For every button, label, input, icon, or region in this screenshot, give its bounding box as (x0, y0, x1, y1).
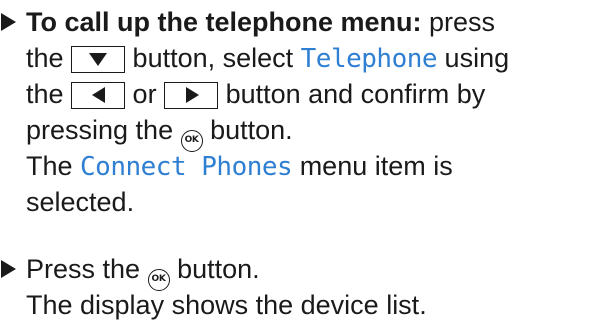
step1-text-or: or (125, 79, 165, 109)
menu-item-telephone-label: Telephone (300, 44, 438, 74)
step1-line-1: To call up the telephone menu: press (26, 4, 509, 40)
step1-line-2: the button, select Telephone using (26, 40, 509, 76)
step1-text-button-select: button, select (125, 43, 301, 73)
step1-text-button-confirm: button and confirm by (218, 79, 486, 109)
step2-line-1: Press the OK button. (26, 251, 427, 291)
menu-item-connect-phones-label: Connect Phones (80, 152, 293, 182)
step1-text-pressing-the: pressing the (26, 115, 181, 145)
step-heading: To call up the telephone menu: (26, 7, 422, 37)
result-text-suffix: menu item is (292, 151, 453, 181)
step-arrow-icon (1, 260, 16, 278)
step1-text-the: the (26, 43, 72, 73)
result-text-prefix: The (26, 151, 81, 181)
step2-text-press-the: Press the (26, 254, 148, 284)
step2-result-text: The display shows the device list. (26, 290, 427, 320)
left-arrow-button-icon (71, 82, 126, 109)
step1-text-using: using (437, 43, 510, 73)
down-arrow-button-icon (71, 46, 126, 73)
step1-text-the-b: the (26, 79, 72, 109)
step1-line-4: pressing the OK button. (26, 112, 509, 152)
step1-line-6: selected. (26, 184, 509, 220)
step1-line-5: The Connect Phones menu item is (26, 148, 509, 184)
right-arrow-button-icon (164, 82, 219, 109)
step2-text-button-end: button. (169, 254, 260, 284)
step-arrow-icon (1, 13, 16, 31)
step1-text-press: press (421, 7, 496, 37)
step1-text-button-end: button. (202, 115, 293, 145)
result-text-end: selected. (26, 187, 135, 217)
instruction-step-call-telephone-menu: To call up the telephone menu: press the… (0, 4, 509, 220)
step1-line-3: the or button and confirm by (26, 76, 509, 112)
instruction-document: To call up the telephone menu: press the… (0, 0, 600, 331)
instruction-step-press-ok: Press the OK button. The display shows t… (0, 251, 427, 323)
step2-line-2: The display shows the device list. (26, 287, 427, 323)
